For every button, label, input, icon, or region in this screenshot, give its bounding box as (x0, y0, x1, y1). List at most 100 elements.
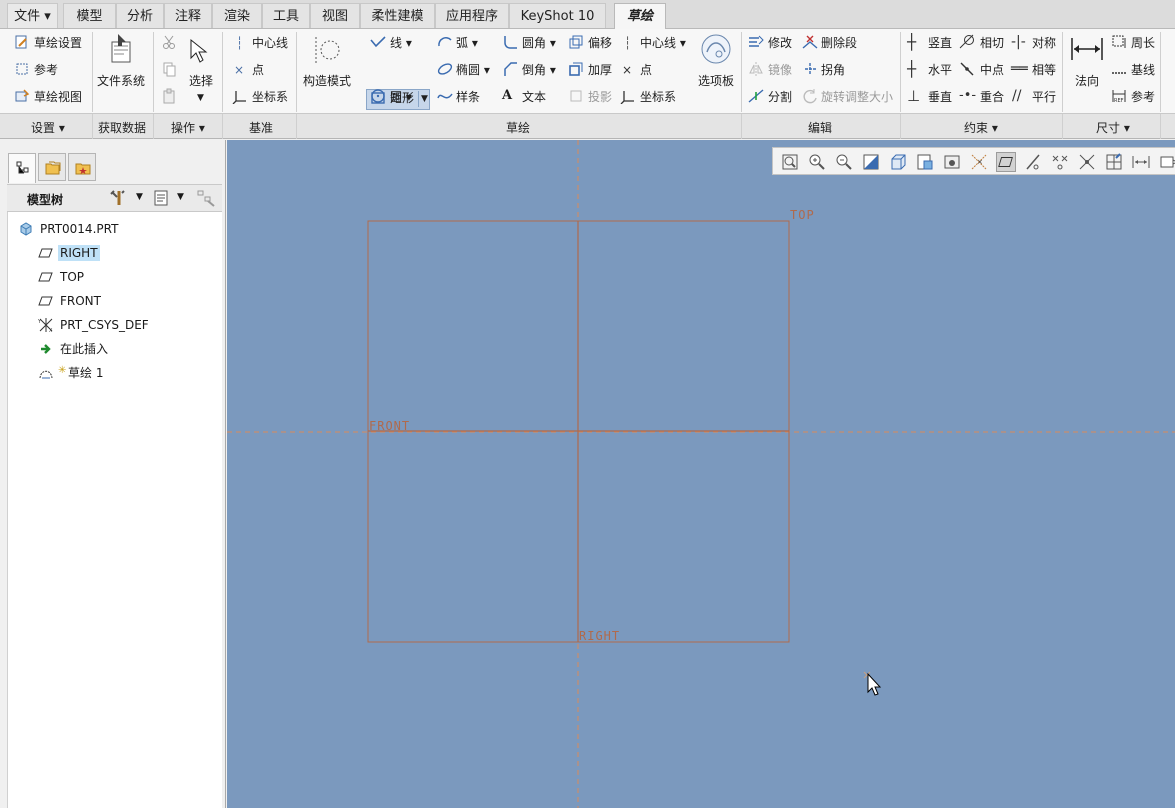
project-button[interactable]: 投影 (588, 89, 612, 105)
coincident-constraint-icon: -•- (959, 88, 977, 103)
tab-analysis[interactable]: 分析 (116, 3, 164, 28)
datum-display-icon[interactable]: × (969, 152, 989, 172)
sketch-point-button[interactable]: 点 (640, 62, 652, 78)
group-get-data: 获取数据 (98, 121, 147, 135)
refit-icon[interactable] (780, 152, 800, 172)
palette-label: 选项板 (698, 74, 735, 88)
coincident-constraint-button[interactable]: 重合 (980, 89, 1004, 105)
rotate-resize-button[interactable]: 旋转调整大小 (821, 89, 893, 105)
fillet-button[interactable]: 圆角 ▾ (522, 35, 556, 51)
tree-item-top[interactable]: TOP (8, 266, 221, 288)
group-dimension[interactable]: 尺寸 ▾ (1096, 119, 1130, 136)
settings-dropdown-icon[interactable]: ▼ (136, 192, 143, 202)
tree-item-right[interactable]: RIGHT (8, 242, 221, 264)
normal-dimension-label: 法向 (1075, 74, 1100, 88)
coordinate-system-icon: YX (38, 318, 53, 333)
equal-constraint-button[interactable]: 相等 (1032, 62, 1056, 78)
horizontal-constraint-button[interactable]: 水平 (928, 62, 952, 78)
tab-folder-browser[interactable] (38, 153, 66, 181)
ellipse-button[interactable]: 椭圆 ▾ (456, 62, 490, 78)
reference-dimension-button[interactable]: 参考 (1131, 89, 1155, 105)
ribbon-separator (741, 32, 742, 112)
arc-button[interactable]: 弧 ▾ (456, 35, 478, 51)
filter-tree-icon[interactable] (196, 189, 216, 207)
show-options-icon[interactable] (153, 190, 169, 206)
text-button[interactable]: 文本 (522, 89, 546, 105)
tree-root[interactable]: PRT0014.PRT (8, 218, 221, 240)
offset-button[interactable]: 偏移 (588, 35, 612, 51)
tree-item-front[interactable]: FRONT (8, 290, 221, 312)
sketch-centerline-button[interactable]: 中心线 ▾ (640, 35, 686, 51)
display-vertices-icon[interactable] (1077, 152, 1097, 172)
group-setup[interactable]: 设置 ▾ (31, 119, 65, 136)
zoom-out-icon[interactable] (834, 152, 854, 172)
group-separator (900, 114, 901, 139)
tab-favorites[interactable] (68, 153, 96, 181)
normal-dimension-icon (1071, 38, 1103, 60)
symmetric-constraint-button[interactable]: 对称 (1032, 35, 1056, 51)
tab-flexible-modeling[interactable]: 柔性建模 (360, 3, 435, 28)
sketch-graphics[interactable]: TOP FRONT RIGHT (227, 140, 1175, 808)
tab-model[interactable]: 模型 (63, 3, 116, 28)
top-plane-label: TOP (790, 208, 815, 222)
svg-text:×: × (977, 158, 983, 166)
display-dimensions-icon[interactable] (1023, 152, 1043, 172)
delete-segment-button[interactable]: 删除段 (821, 35, 857, 51)
group-constrain[interactable]: 约束 ▾ (964, 119, 998, 136)
display-grid-icon[interactable] (1104, 152, 1124, 172)
file-menu-button[interactable]: 文件 ▾ (7, 3, 58, 28)
display-dimension-values-icon[interactable] (1131, 152, 1151, 172)
model-tree-title: 模型树 (27, 193, 64, 207)
tab-annotate[interactable]: 注释 (164, 3, 212, 28)
horizontal-constraint-icon: ┼ (907, 60, 917, 78)
parallel-constraint-button[interactable]: 平行 (1032, 89, 1056, 105)
tab-applications[interactable]: 应用程序 (435, 3, 509, 28)
palette-icon (701, 34, 731, 64)
view-manager-icon[interactable] (915, 152, 935, 172)
perpendicular-constraint-button[interactable]: 垂直 (928, 89, 952, 105)
tab-model-tree[interactable] (8, 153, 36, 183)
show-dropdown-icon[interactable]: ▼ (177, 192, 184, 202)
perimeter-button[interactable]: 周长 (1131, 35, 1155, 51)
tab-keyshot[interactable]: KeyShot 10 (509, 3, 606, 28)
tree-item-sketch[interactable]: ✳ 草绘 1 (8, 362, 221, 384)
circle-tool-icon (371, 89, 385, 103)
graphics-window[interactable]: TOP FRONT RIGHT × (227, 140, 1175, 808)
midpoint-constraint-button[interactable]: 中点 (980, 62, 1004, 78)
tab-sketch[interactable]: 草绘 (614, 3, 666, 29)
sketch-csys-button[interactable]: 坐标系 (640, 89, 676, 105)
perspective-view-icon[interactable] (942, 152, 962, 172)
group-separator (296, 114, 297, 139)
group-operations[interactable]: 操作 ▾ (171, 119, 205, 136)
view-toolbar: × (772, 147, 1175, 175)
repaint-icon[interactable] (861, 152, 881, 172)
tangent-constraint-button[interactable]: 相切 (980, 35, 1004, 51)
tree-item-csys[interactable]: YX PRT_CSYS_DEF (8, 314, 221, 336)
tab-view[interactable]: 视图 (310, 3, 360, 28)
vertical-constraint-button[interactable]: 竖直 (928, 35, 952, 51)
tree-item-insert-here[interactable]: 在此插入 (8, 338, 221, 360)
thicken-button[interactable]: 加厚 (588, 62, 612, 78)
project-icon (570, 90, 582, 102)
tab-tools[interactable]: 工具 (262, 3, 310, 28)
settings-tools-icon[interactable] (109, 189, 127, 207)
saved-orientations-icon[interactable] (888, 152, 908, 172)
mirror-button[interactable]: 镜像 (768, 62, 792, 78)
more-view-options-icon[interactable] (1158, 152, 1175, 172)
modify-button[interactable]: 修改 (768, 35, 792, 51)
tab-render[interactable]: 渲染 (212, 3, 262, 28)
fillet-icon (504, 36, 517, 49)
right-plane-label: RIGHT (579, 629, 620, 643)
group-separator (741, 114, 742, 139)
datum-plane-icon (38, 248, 53, 258)
spline-button[interactable]: 样条 (456, 89, 480, 105)
sketch-view-toggle-icon[interactable] (996, 152, 1016, 172)
baseline-button[interactable]: 基线 (1131, 62, 1155, 78)
display-constraints-icon[interactable] (1050, 152, 1070, 172)
chamfer-button[interactable]: 倒角 ▾ (522, 62, 556, 78)
divide-button[interactable]: 分割 (768, 89, 792, 105)
corner-button[interactable]: 拐角 (821, 62, 845, 78)
zoom-in-icon[interactable] (807, 152, 827, 172)
circle-button[interactable]: 圆 ▾ (390, 89, 412, 105)
group-separator (92, 114, 93, 139)
